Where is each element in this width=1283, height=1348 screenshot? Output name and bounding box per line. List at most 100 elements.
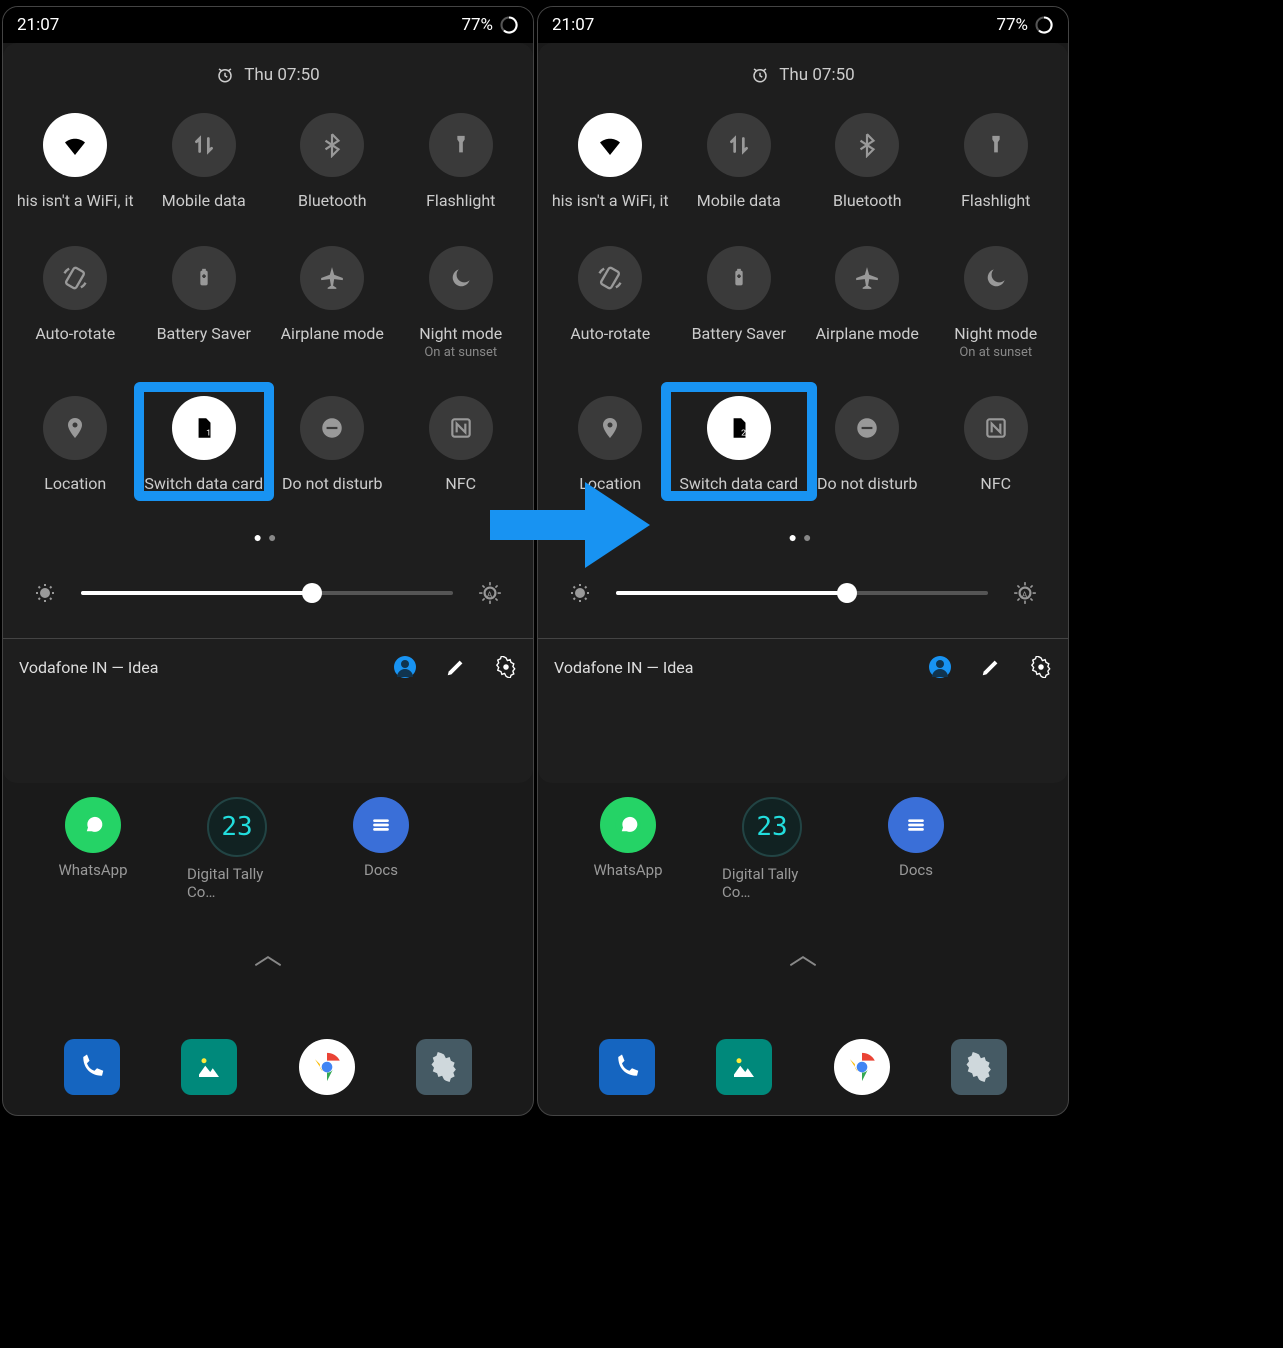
tile-night-mode[interactable]: Night mode On at sunset (932, 246, 1061, 360)
battery-icon (728, 267, 750, 289)
sim-icon: 2 (726, 415, 752, 441)
battery-ring-icon (1034, 15, 1054, 35)
home-apps-row: WhatsApp 23 Digital Tally Co… Docs (538, 797, 1068, 901)
edit-icon[interactable] (980, 656, 1002, 678)
nfc-icon (983, 415, 1009, 441)
tile-switch-data-card[interactable]: 2 Switch data card (675, 396, 804, 493)
tile-flashlight[interactable]: Flashlight (932, 113, 1061, 210)
dock-chrome[interactable] (812, 1039, 912, 1095)
status-bar: 21:07 77% (3, 7, 533, 43)
tile-night-mode[interactable]: Night mode On at sunset (397, 246, 526, 360)
brightness-row: A (3, 580, 533, 606)
svg-text:2: 2 (741, 429, 746, 439)
user-icon[interactable] (393, 655, 417, 679)
tile-bluetooth[interactable]: Bluetooth (803, 113, 932, 210)
dock-phone[interactable] (577, 1039, 677, 1095)
dock-phone[interactable] (42, 1039, 142, 1095)
tile-nfc[interactable]: NFC (932, 396, 1061, 493)
brightness-low-icon (33, 581, 57, 605)
tile-bluetooth[interactable]: Bluetooth (268, 113, 397, 210)
mobile-data-icon (726, 132, 752, 158)
flashlight-icon (450, 134, 472, 156)
quick-settings-panel: Thu 07:50 his isn't a WiFi, it Mobile da… (3, 43, 533, 783)
edit-icon[interactable] (445, 656, 467, 678)
battery-icon (193, 267, 215, 289)
carrier-label: Vodafone IN — Idea (554, 658, 693, 677)
clock: 21:07 (17, 15, 59, 35)
clock: 21:07 (552, 15, 594, 35)
svg-text:1: 1 (206, 429, 211, 439)
dock-settings[interactable] (394, 1039, 494, 1095)
mobile-data-icon (191, 132, 217, 158)
wifi-icon (60, 130, 90, 160)
brightness-auto-icon: A (1012, 580, 1038, 606)
tile-flashlight[interactable]: Flashlight (397, 113, 526, 210)
tile-do-not-disturb[interactable]: Do not disturb (803, 396, 932, 493)
brightness-slider[interactable] (616, 591, 988, 595)
bluetooth-icon (319, 132, 345, 158)
dock-gallery[interactable] (159, 1039, 259, 1095)
tile-airplane-mode[interactable]: Airplane mode (268, 246, 397, 360)
moon-icon (983, 265, 1009, 291)
svg-text:A: A (487, 590, 493, 600)
app-digital-tally[interactable]: 23 Digital Tally Co… (722, 797, 822, 901)
dock-gallery[interactable] (694, 1039, 794, 1095)
tile-mobile-data[interactable]: Mobile data (140, 113, 269, 210)
brightness-auto-icon: A (477, 580, 503, 606)
app-drawer-handle[interactable]: ︿ (3, 933, 533, 973)
tile-switch-data-card[interactable]: 1 Switch data card (140, 396, 269, 493)
app-docs[interactable]: Docs (331, 797, 431, 901)
app-drawer-handle[interactable]: ︿ (538, 933, 1068, 973)
tile-do-not-disturb[interactable]: Do not disturb (268, 396, 397, 493)
airplane-icon (854, 265, 880, 291)
qs-date-row: Thu 07:50 (3, 65, 533, 85)
app-docs[interactable]: Docs (866, 797, 966, 901)
transition-arrow (490, 480, 650, 570)
dock-chrome[interactable] (277, 1039, 377, 1095)
status-bar: 21:07 77% (538, 7, 1068, 43)
carrier-label: Vodafone IN — Idea (19, 658, 158, 677)
tile-battery-saver[interactable]: Battery Saver (140, 246, 269, 360)
tile-location[interactable]: Location (546, 396, 675, 493)
tile-battery-saver[interactable]: Battery Saver (675, 246, 804, 360)
brightness-low-icon (568, 581, 592, 605)
tile-wifi[interactable]: his isn't a WiFi, it (11, 113, 140, 210)
wifi-icon (595, 130, 625, 160)
dnd-icon (854, 415, 880, 441)
home-apps-row: WhatsApp 23 Digital Tally Co… Docs (3, 797, 533, 901)
sim-icon: 1 (191, 415, 217, 441)
brightness-slider[interactable] (81, 591, 453, 595)
moon-icon (448, 265, 474, 291)
dock (3, 1039, 533, 1095)
app-digital-tally[interactable]: 23 Digital Tally Co… (187, 797, 287, 901)
dock-settings[interactable] (929, 1039, 1029, 1095)
settings-icon[interactable] (495, 656, 517, 678)
battery-status: 77% (996, 15, 1054, 35)
tile-airplane-mode[interactable]: Airplane mode (803, 246, 932, 360)
battery-status: 77% (461, 15, 519, 35)
battery-ring-icon (499, 15, 519, 35)
rotate-icon (61, 264, 89, 292)
quick-settings-panel: Thu 07:50 his isn't a WiFi, it Mobile da… (538, 43, 1068, 783)
tile-mobile-data[interactable]: Mobile data (675, 113, 804, 210)
alarm-icon (751, 66, 769, 84)
qs-tiles-grid: his isn't a WiFi, it Mobile data Bluetoo… (3, 85, 533, 493)
user-icon[interactable] (928, 655, 952, 679)
tile-nfc[interactable]: NFC (397, 396, 526, 493)
svg-text:A: A (1022, 590, 1028, 600)
location-icon (598, 416, 622, 440)
qs-footer: Vodafone IN — Idea (538, 639, 1068, 695)
tile-auto-rotate[interactable]: Auto-rotate (11, 246, 140, 360)
flashlight-icon (985, 134, 1007, 156)
dnd-icon (319, 415, 345, 441)
qs-tiles-grid: his isn't a WiFi, it Mobile data Bluetoo… (538, 85, 1068, 493)
settings-icon[interactable] (1030, 656, 1052, 678)
nfc-icon (448, 415, 474, 441)
tile-location[interactable]: Location (11, 396, 140, 493)
tile-wifi[interactable]: his isn't a WiFi, it (546, 113, 675, 210)
app-whatsapp[interactable]: WhatsApp (578, 797, 678, 901)
tile-auto-rotate[interactable]: Auto-rotate (546, 246, 675, 360)
phone-screenshot-left: 21:07 77% Thu 07:50 (2, 6, 534, 1116)
app-whatsapp[interactable]: WhatsApp (43, 797, 143, 901)
airplane-icon (319, 265, 345, 291)
